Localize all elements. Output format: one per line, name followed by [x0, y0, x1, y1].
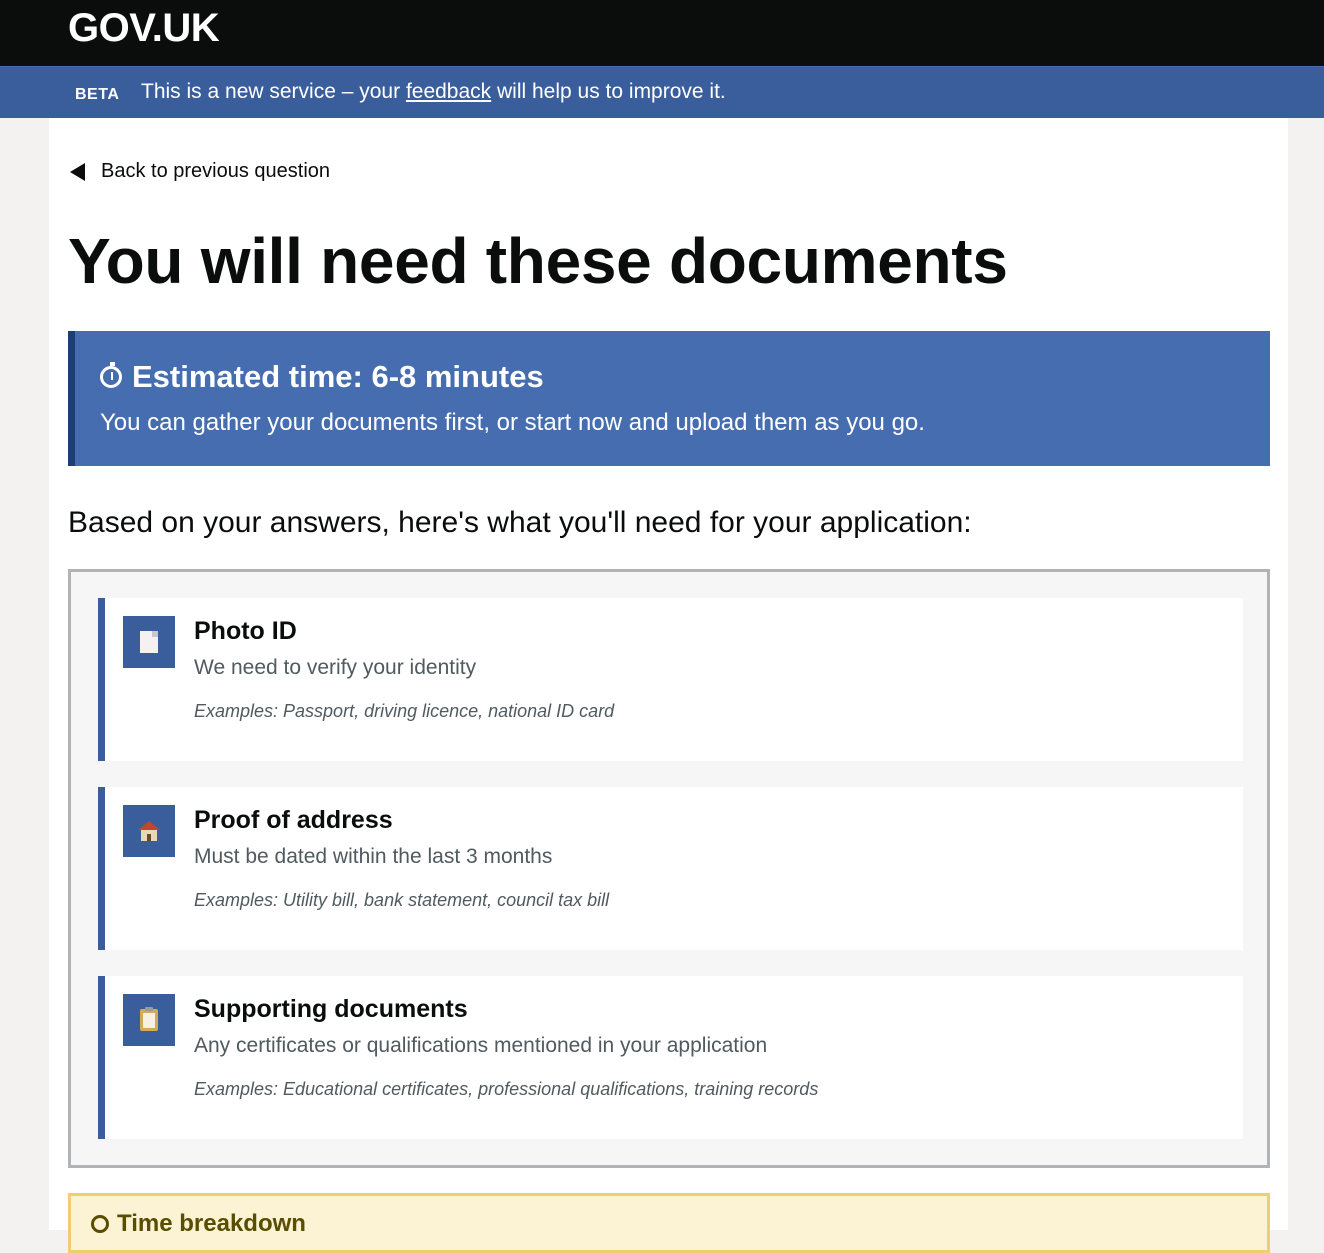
- document-description: Any certificates or qualifications menti…: [194, 1034, 768, 1057]
- document-title: Proof of address: [194, 806, 393, 834]
- document-title: Photo ID: [194, 617, 297, 645]
- document-description: Must be dated within the last 3 months: [194, 845, 553, 868]
- clipboard-icon: [123, 994, 175, 1046]
- document-title: Supporting documents: [194, 995, 468, 1023]
- beta-tag: BETA: [75, 86, 120, 103]
- estimated-time-heading: Estimated time: 6-8 minutes: [100, 359, 544, 395]
- back-arrow-icon: [70, 162, 85, 181]
- time-breakdown-title: Time breakdown: [117, 1210, 306, 1237]
- phase-banner: BETA This is a new service – your feedba…: [0, 66, 1324, 118]
- back-link[interactable]: Back to previous question: [70, 160, 330, 183]
- phase-text-after: will help us to improve it.: [491, 80, 726, 103]
- page-title: You will need these documents: [68, 225, 1008, 297]
- document-card-photo-id: Photo ID We need to verify your identity…: [98, 598, 1243, 761]
- phase-text-before: This is a new service – your: [141, 80, 406, 103]
- time-breakdown-panel: Time breakdown: [68, 1193, 1270, 1253]
- house-icon: [123, 805, 175, 857]
- stopwatch-icon: [91, 1215, 109, 1233]
- documents-panel: Photo ID We need to verify your identity…: [68, 569, 1270, 1168]
- estimated-time-panel: Estimated time: 6-8 minutes You can gath…: [68, 331, 1270, 466]
- feedback-link[interactable]: feedback: [406, 80, 491, 103]
- document-icon: [123, 616, 175, 668]
- document-examples: Examples: Educational certificates, prof…: [194, 1079, 819, 1099]
- time-breakdown-heading: Time breakdown: [91, 1210, 306, 1238]
- document-card-proof-of-address: Proof of address Must be dated within th…: [98, 787, 1243, 950]
- document-examples: Examples: Utility bill, bank statement, …: [194, 890, 610, 910]
- govuk-logo-link[interactable]: GOV.UK: [68, 6, 220, 51]
- phase-banner-text: This is a new service – your feedback wi…: [141, 80, 726, 104]
- document-description: We need to verify your identity: [194, 656, 477, 679]
- document-card-supporting-documents: Supporting documents Any certificates or…: [98, 976, 1243, 1139]
- document-examples: Examples: Passport, driving licence, nat…: [194, 701, 615, 721]
- estimated-time-body: You can gather your documents first, or …: [100, 409, 925, 436]
- intro-text: Based on your answers, here's what you'l…: [68, 506, 972, 539]
- stopwatch-icon: [100, 362, 122, 388]
- gov-header: GOV.UK: [0, 0, 1324, 66]
- back-link-label: Back to previous question: [101, 160, 331, 182]
- estimated-time-text: Estimated time: 6-8 minutes: [132, 359, 544, 394]
